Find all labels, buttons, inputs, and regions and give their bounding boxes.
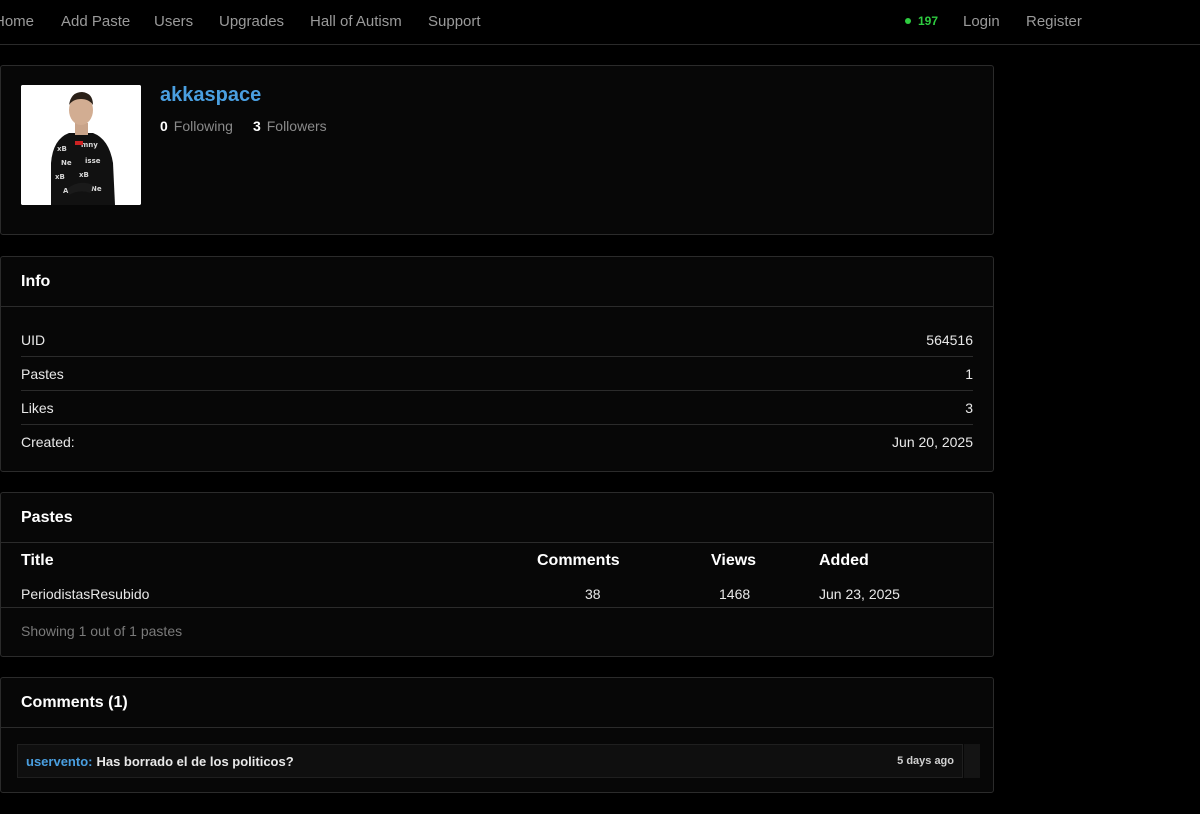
- following-stat[interactable]: 0 Following: [160, 118, 233, 134]
- info-label: Pastes: [21, 365, 64, 382]
- login-link[interactable]: Login: [963, 13, 1000, 30]
- pastes-title: Pastes: [1, 493, 993, 543]
- info-label: Likes: [21, 399, 54, 416]
- profile-card: xB mny Ne isse xB xB A Ne akkaspace 0 Fol…: [0, 65, 994, 235]
- comment-timestamp: 5 days ago: [897, 755, 954, 767]
- followers-count: 3: [252, 118, 261, 134]
- comments-card: Comments (1) uservento: Has borrado el d…: [0, 677, 994, 793]
- info-label: Created:: [21, 434, 75, 450]
- pastes-table: Title Comments Views Added PeriodistasRe…: [1, 543, 993, 608]
- following-label: Following: [173, 118, 233, 134]
- info-label: UID: [21, 331, 46, 348]
- nav-hall-of-autism-link[interactable]: Hall of Autism: [310, 13, 402, 30]
- online-indicator: 197: [905, 14, 938, 28]
- info-row-pastes: Pastes 1: [21, 357, 973, 391]
- top-navbar: Home Add Paste Users Upgrades Hall of Au…: [0, 0, 1200, 45]
- online-dot-icon: [905, 18, 911, 24]
- comment-scrollbar[interactable]: [964, 744, 980, 778]
- paste-views-count: 1468: [719, 586, 751, 602]
- nav-support-link[interactable]: Support: [428, 13, 481, 30]
- svg-text:isse: isse: [85, 157, 101, 165]
- column-header-comments[interactable]: Comments: [537, 552, 620, 570]
- info-value: 3: [965, 399, 973, 416]
- info-card: Info UID 564516 Pastes 1 Likes 3 Created…: [0, 256, 994, 472]
- info-row-likes: Likes 3: [21, 391, 973, 425]
- svg-text:xB: xB: [55, 173, 65, 181]
- info-list: UID 564516 Pastes 1 Likes 3 Created: Jun…: [1, 307, 993, 459]
- info-value: 1: [965, 365, 973, 382]
- following-count: 0: [160, 118, 168, 134]
- paste-added-date: Jun 23, 2025: [819, 586, 900, 602]
- avatar: xB mny Ne isse xB xB A Ne: [21, 85, 141, 205]
- info-title: Info: [1, 257, 993, 307]
- nav-upgrades-link[interactable]: Upgrades: [219, 13, 284, 30]
- register-link[interactable]: Register: [1026, 13, 1082, 30]
- paste-comments-count: 38: [585, 586, 601, 602]
- comment-author-link[interactable]: uservento:: [26, 754, 92, 769]
- svg-text:mny: mny: [81, 141, 98, 149]
- info-value: 564516: [926, 331, 973, 348]
- followers-stat[interactable]: 3 Followers: [253, 118, 327, 134]
- svg-text:Ne: Ne: [61, 159, 72, 167]
- follow-stats: 0 Following 3 Followers: [160, 118, 327, 134]
- info-row-created: Created: Jun 20, 2025: [21, 425, 973, 459]
- column-header-added[interactable]: Added: [819, 552, 869, 570]
- followers-label: Followers: [266, 118, 327, 134]
- svg-text:xB: xB: [57, 145, 67, 153]
- pastes-card: Pastes Title Comments Views Added Period…: [0, 492, 994, 657]
- comments-title: Comments (1): [1, 678, 993, 728]
- info-value: Jun 20, 2025: [892, 434, 973, 450]
- nav-users-link[interactable]: Users: [154, 13, 193, 30]
- info-row-uid: UID 564516: [21, 323, 973, 357]
- nav-add-paste-link[interactable]: Add Paste: [61, 13, 130, 30]
- avatar-person-icon: xB mny Ne isse xB xB A Ne: [21, 85, 141, 205]
- paste-title-link[interactable]: PeriodistasResubido: [21, 586, 149, 602]
- online-count: 197: [918, 14, 939, 28]
- svg-text:xB: xB: [79, 171, 89, 179]
- column-header-title[interactable]: Title: [21, 552, 54, 570]
- comment-item: uservento: Has borrado el de los politic…: [17, 744, 963, 778]
- nav-home-link[interactable]: Home: [0, 13, 34, 30]
- profile-username[interactable]: akkaspace: [160, 84, 261, 107]
- pastes-pagination-text: Showing 1 out of 1 pastes: [21, 623, 183, 639]
- comment-text: Has borrado el de los politicos?: [96, 753, 294, 769]
- column-header-views[interactable]: Views: [711, 552, 756, 570]
